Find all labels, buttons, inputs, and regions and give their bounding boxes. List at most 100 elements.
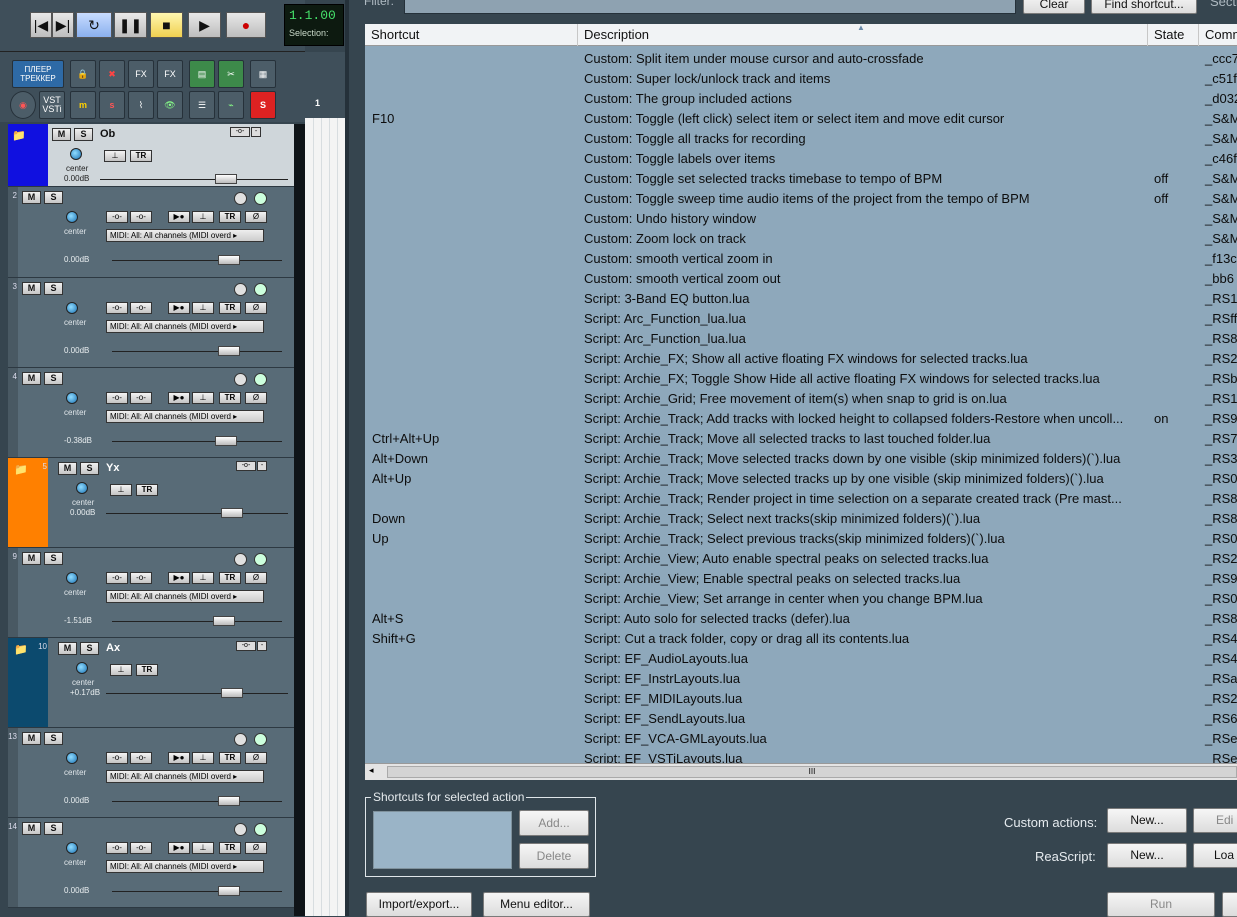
list-icon[interactable]: ☰ [189,91,215,119]
s-red-icon[interactable]: S [250,91,276,119]
track-6[interactable]: 9 M Scenter -o- -o- ▶● ⊥ TR Ø MIDI: All: All chan… [8,548,294,638]
pan-knob[interactable] [66,211,78,223]
pause-button[interactable]: ❚❚ [114,12,147,38]
track-9[interactable]: 14 M Scenter -o- -o- ▶● ⊥ TR Ø MIDI: All: All cha… [8,818,294,908]
table-row[interactable]: Custom: Zoom lock on track _S&M [365,228,1237,248]
table-row[interactable]: Script: Archie_FX; Toggle Show Hide all … [365,368,1237,388]
monitor-button[interactable] [254,373,267,386]
time-display[interactable]: 1.1.00 Selection: [284,4,344,46]
record-input-select[interactable]: MIDI: All: All channels (MIDI overd ▸ [106,410,264,423]
envelope-points-icon[interactable]: ⌁ [218,91,244,119]
record-arm-button[interactable] [234,283,247,296]
phase-meter-icon[interactable]: ⊥ [192,842,214,854]
table-row[interactable]: F10 Custom: Toggle (left click) select it… [365,108,1237,128]
trim-button[interactable]: TR [219,302,241,314]
table-row[interactable]: Script: Archie_Track; Add tracks with lo… [365,408,1237,428]
volume-fader[interactable] [112,260,282,261]
volume-fader[interactable] [112,891,282,892]
volume-fader[interactable] [112,441,282,442]
table-row[interactable]: Custom: Toggle all tracks for recording _… [365,128,1237,148]
record-button[interactable]: ● [226,12,266,38]
track-number[interactable]: 4 [8,368,18,457]
io-icon[interactable]: -o- [130,211,152,223]
tcp-scrollbar[interactable] [294,124,305,916]
phase-meter-icon[interactable]: ⊥ [110,484,132,496]
track-name[interactable]: Ob [100,128,115,140]
mute-toolbar-icon[interactable]: m [70,91,96,119]
monitor-button[interactable] [254,553,267,566]
route-icon[interactable]: -o- [106,572,128,584]
custom-edit-button[interactable]: Edi [1193,808,1237,833]
fx-icon[interactable]: FX [157,60,183,88]
mute-button[interactable]: M [22,822,41,835]
cut-icon[interactable]: ✂ [218,60,244,88]
route-icon[interactable]: -o- [106,842,128,854]
mute-button[interactable]: M [22,552,41,565]
route-icon[interactable]: -o- [106,211,128,223]
route-icon[interactable]: -o- [106,302,128,314]
track-5[interactable]: 5 📁 M S Yx -o- - center 0.00dB ⊥ TR [8,458,294,548]
phase-meter-icon[interactable]: ⊥ [104,150,126,162]
add-shortcut-button[interactable]: Add... [519,810,589,836]
table-row[interactable]: Script: 3-Band EQ button.lua _RS1 [365,288,1237,308]
record-input-select[interactable]: MIDI: All: All channels (MIDI overd ▸ [106,229,264,242]
track-number[interactable]: 2 [8,187,18,277]
table-row[interactable]: Alt+Down Script: Archie_Track; Move selec… [365,448,1237,468]
record-input-select[interactable]: MIDI: All: All channels (MIDI overd ▸ [106,860,264,873]
table-row[interactable]: Script: EF_SendLayouts.lua _RS6 [365,708,1237,728]
table-row[interactable]: Custom: smooth vertical zoom out _bb6 [365,268,1237,288]
solo-button[interactable]: S [44,552,63,565]
table-row[interactable]: Script: Archie_FX; Show all active float… [365,348,1237,368]
track-7[interactable]: 10 📁 M S Ax -o- - center +0.17dB ⊥ TR [8,638,294,728]
phase-button[interactable]: Ø [245,752,267,764]
phase-button[interactable]: Ø [245,211,267,223]
track-number[interactable]: 3 [8,278,18,367]
trim-button[interactable]: TR [136,664,158,676]
trim-button[interactable]: TR [130,150,152,162]
phase-meter-icon[interactable]: ⊥ [192,752,214,764]
phase-meter-icon[interactable]: ⊥ [192,572,214,584]
table-row[interactable]: Script: EF_MIDILayouts.lua _RS2 [365,688,1237,708]
phase-meter-icon[interactable]: ⊥ [192,302,214,314]
track-2[interactable]: 2 M Scenter -o- -o- ▶● ⊥ TR Ø MIDI: All: All chan… [8,187,294,278]
solo-button[interactable]: S [44,822,63,835]
monitor-button[interactable] [254,733,267,746]
solo-toolbar-icon[interactable]: s [99,91,125,119]
phase-button[interactable]: Ø [245,842,267,854]
table-row[interactable]: Script: Archie_Track; Render project in … [365,488,1237,508]
fader-handle[interactable] [215,174,237,184]
trim-button[interactable]: TR [219,842,241,854]
stop-button[interactable]: ■ [150,12,183,38]
folder-icon[interactable]: 📁 [14,463,28,476]
play-button[interactable]: ▶ [188,12,221,38]
scroll-thumb[interactable]: III [387,766,1237,778]
fx-chain-icon[interactable]: ▶● [168,302,190,314]
vst-button[interactable]: VST VSTi [39,91,65,119]
menu-editor-button[interactable]: Menu editor... [483,892,590,917]
delete-shortcut-button[interactable]: Delete [519,843,589,869]
pan-knob[interactable] [76,482,88,494]
phase-button[interactable]: Ø [245,572,267,584]
fx-chain-icon[interactable]: ▶● [168,392,190,404]
trim-button[interactable]: TR [219,752,241,764]
import-export-button[interactable]: Import/export... [366,892,472,917]
fader-handle[interactable] [218,255,240,265]
track-4[interactable]: 4 M Scenter -o- -o- ▶● ⊥ TR Ø MIDI: All: All chan… [8,368,294,458]
mute-button[interactable]: M [22,191,41,204]
table-row[interactable]: Up Script: Archie_Track; Select previous … [365,528,1237,548]
pan-knob[interactable] [66,302,78,314]
table-row[interactable]: Down Script: Archie_Track; Select next tr… [365,508,1237,528]
solo-button[interactable]: S [74,128,93,141]
table-row[interactable]: Alt+S Script: Auto solo for selected trac… [365,608,1237,628]
table-row[interactable]: Script: Archie_View; Enable spectral pea… [365,568,1237,588]
phase-meter-icon[interactable]: ⊥ [192,392,214,404]
table-row[interactable]: Custom: Toggle labels over items _c46f [365,148,1237,168]
table-row[interactable]: Custom: Toggle set selected tracks timeb… [365,168,1237,188]
table-row[interactable]: Custom: smooth vertical zoom in _f13c [365,248,1237,268]
table-row[interactable]: Shift+G Script: Cut a track folder, copy … [365,628,1237,648]
table-row[interactable]: Script: Arc_Function_lua.lua _RS8 [365,328,1237,348]
track-name[interactable]: Ax [106,642,120,654]
table-row[interactable]: Script: EF_VSTiLayouts.lua _RSe [365,748,1237,764]
io-icon[interactable]: -o- [130,752,152,764]
track-1[interactable]: 📁 M S Ob -o- - center 0.00dB ⊥ TR [8,124,294,187]
